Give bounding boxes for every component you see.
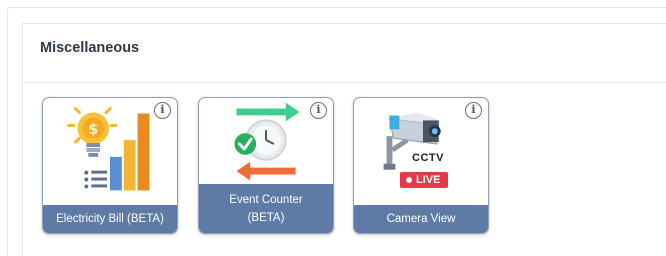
electricity-bill-card[interactable]: $ i Electricity Bill (BETA) xyxy=(42,97,178,234)
cctv-text: CCTV xyxy=(412,152,444,164)
info-icon[interactable]: i xyxy=(310,102,327,119)
info-icon[interactable]: i xyxy=(154,102,171,119)
info-icon[interactable]: i xyxy=(465,102,482,119)
camera-view-card[interactable]: CCTV LIVE i Camera View xyxy=(353,97,489,234)
event-counter-card[interactable]: i Event Counter (BETA) xyxy=(198,97,334,234)
card-label: Camera View xyxy=(354,205,488,233)
section-title: Miscellaneous xyxy=(40,40,140,56)
panel-header: Miscellaneous xyxy=(23,24,666,83)
card-label: Electricity Bill (BETA) xyxy=(43,205,177,233)
card-label: Event Counter (BETA) xyxy=(199,184,333,233)
svg-text:$: $ xyxy=(88,121,98,138)
live-badge: LIVE xyxy=(400,172,448,188)
live-dot-icon xyxy=(406,177,412,183)
live-text: LIVE xyxy=(416,174,441,186)
